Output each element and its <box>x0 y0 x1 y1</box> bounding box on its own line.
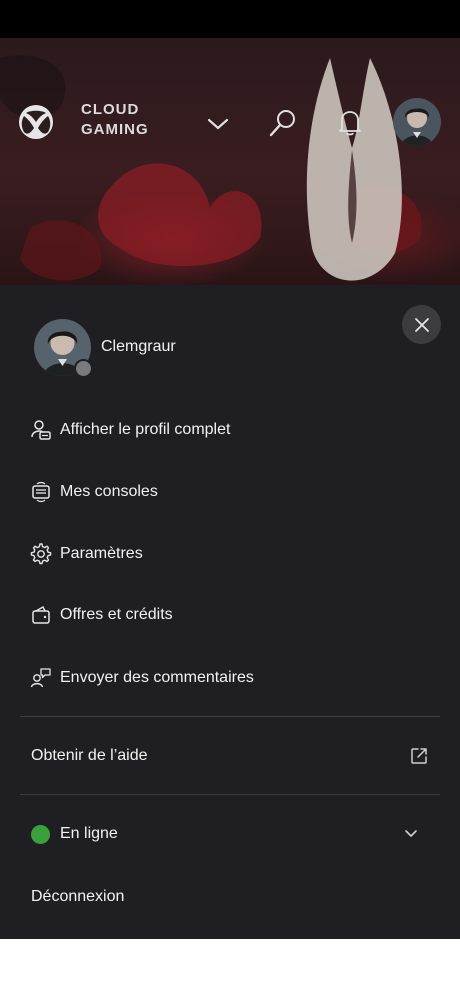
app-title-line2: GAMING <box>81 121 149 138</box>
chevron-down-icon <box>405 830 417 837</box>
profile-card-icon <box>30 419 52 441</box>
divider <box>20 716 440 717</box>
status-bar <box>0 0 460 38</box>
menu-item-label: Afficher le profil complet <box>60 421 231 438</box>
wallet-icon <box>30 604 52 626</box>
online-status-dot <box>31 824 50 844</box>
avatar-image <box>393 98 441 146</box>
get-help-label: Obtenir de l’aide <box>31 747 148 764</box>
search-icon[interactable] <box>268 108 298 138</box>
get-help-link[interactable]: Obtenir de l’aide <box>31 739 431 773</box>
divider <box>20 794 440 795</box>
presence-indicator <box>74 359 93 378</box>
close-icon <box>414 317 429 332</box>
menu-item-feedback[interactable]: Envoyer des commentaires <box>30 661 430 695</box>
hero-background-art <box>0 55 422 281</box>
console-icon <box>30 481 52 503</box>
menu-item-label: Offres et crédits <box>60 606 173 623</box>
external-link-icon <box>411 748 427 764</box>
app-title-line1: CLOUD <box>81 101 140 118</box>
xbox-logo-icon[interactable] <box>18 104 54 140</box>
chevron-down-icon[interactable] <box>204 110 232 138</box>
menu-item-label: Mes consoles <box>60 483 158 500</box>
account-panel: Clemgraur Afficher le profil complet Mes… <box>0 285 460 939</box>
menu-item-settings[interactable]: Paramètres <box>30 537 430 571</box>
hero-header: CLOUD GAMING <box>0 38 460 285</box>
avatar[interactable] <box>393 98 441 146</box>
menu-item-offers[interactable]: Offres et crédits <box>30 598 430 632</box>
sign-out-button[interactable]: Déconnexion <box>31 880 124 914</box>
menu-item-consoles[interactable]: Mes consoles <box>30 475 430 509</box>
menu-item-view-profile[interactable]: Afficher le profil complet <box>30 413 430 447</box>
presence-status-selector[interactable]: En ligne <box>31 817 431 851</box>
feedback-icon <box>30 667 52 689</box>
notifications-bell-icon[interactable] <box>337 108 363 138</box>
menu-item-label: Paramètres <box>60 545 143 562</box>
gear-icon <box>30 543 52 565</box>
gamertag: Clemgraur <box>101 338 176 355</box>
menu-item-label: Envoyer des commentaires <box>60 669 254 686</box>
app-title: CLOUD GAMING <box>81 100 161 140</box>
close-button[interactable] <box>402 305 441 344</box>
presence-status-label: En ligne <box>60 825 118 842</box>
